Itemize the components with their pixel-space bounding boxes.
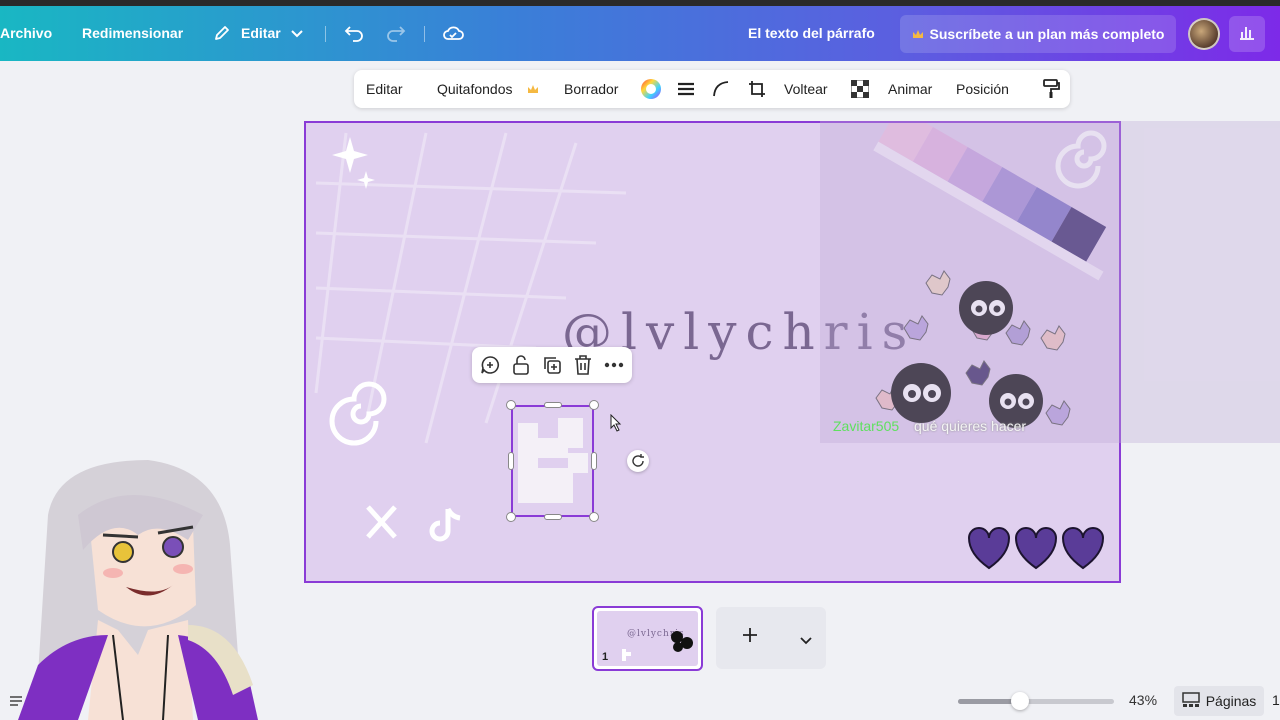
page-thumbnail-1[interactable]: @lvlychris 1 bbox=[592, 606, 703, 671]
redo-icon[interactable] bbox=[381, 18, 411, 48]
zoom-slider-thumb[interactable] bbox=[1011, 692, 1029, 710]
pages-grid-icon bbox=[1181, 691, 1200, 711]
chevron-down-icon[interactable] bbox=[282, 18, 312, 48]
flip-button[interactable]: Voltear bbox=[784, 81, 828, 97]
duplicate-icon[interactable] bbox=[541, 354, 563, 376]
user-avatar[interactable] bbox=[1188, 18, 1220, 50]
x-logo bbox=[366, 505, 397, 539]
image-edit-toolbar: Editar Quitafondos Borrador Voltear Anim… bbox=[354, 70, 1070, 108]
thumbnail-preview: @lvlychris bbox=[597, 611, 698, 666]
paint-roller-icon[interactable] bbox=[1040, 78, 1062, 100]
page-number: 1 bbox=[602, 651, 609, 663]
document-title[interactable]: El texto del párrafo bbox=[748, 24, 875, 42]
page-count: 1 bbox=[1272, 692, 1280, 708]
resize-handle-tl[interactable] bbox=[506, 400, 516, 410]
bar-chart-icon bbox=[1238, 24, 1256, 45]
resize-handle-tr[interactable] bbox=[589, 400, 599, 410]
curve-icon[interactable] bbox=[710, 78, 732, 100]
cloud-saved-icon[interactable] bbox=[438, 18, 468, 48]
pencil-icon bbox=[207, 18, 237, 48]
bg-remover-button[interactable]: Quitafondos bbox=[437, 81, 513, 97]
color-wheel-icon[interactable] bbox=[640, 78, 662, 100]
unlock-icon[interactable] bbox=[510, 354, 532, 376]
file-menu[interactable]: Archivo bbox=[0, 24, 52, 42]
spiral-left bbox=[329, 381, 387, 446]
upgrade-plan-label: Suscríbete a un plan más completo bbox=[929, 26, 1165, 42]
resize-handle-br[interactable] bbox=[589, 512, 599, 522]
resize-menu[interactable]: Redimensionar bbox=[82, 24, 183, 42]
resize-handle-left[interactable] bbox=[508, 452, 514, 470]
top-bar: Archivo Redimensionar Editar El texto de… bbox=[0, 0, 1280, 61]
position-button[interactable]: Posición bbox=[956, 81, 1009, 97]
crop-icon[interactable] bbox=[746, 78, 768, 100]
pages-label: Páginas bbox=[1205, 693, 1257, 709]
undo-icon[interactable] bbox=[339, 18, 369, 48]
comment-add-icon[interactable] bbox=[479, 354, 501, 376]
chevron-down-icon[interactable] bbox=[800, 632, 812, 650]
pages-button[interactable]: Páginas bbox=[1174, 686, 1264, 716]
streamer-avatar bbox=[18, 460, 258, 720]
chat-message: qué quieres hacer bbox=[914, 418, 1027, 434]
resize-handle-right[interactable] bbox=[591, 452, 597, 470]
element-context-toolbar bbox=[472, 347, 632, 383]
crown-icon bbox=[526, 78, 540, 100]
transparency-icon[interactable] bbox=[849, 78, 871, 100]
add-page-group bbox=[716, 607, 826, 669]
lines-icon[interactable] bbox=[675, 78, 697, 100]
resize-handle-top[interactable] bbox=[544, 402, 562, 408]
eraser-button[interactable]: Borrador bbox=[564, 81, 618, 97]
selection-box[interactable] bbox=[511, 405, 594, 517]
insights-button[interactable] bbox=[1229, 16, 1265, 52]
chat-username: Zavitar505 bbox=[833, 418, 900, 434]
crown-icon bbox=[912, 26, 924, 42]
resize-handle-bottom[interactable] bbox=[544, 514, 562, 520]
pixel-hearts bbox=[967, 527, 1105, 570]
edit-menu[interactable]: Editar bbox=[241, 24, 281, 42]
zoom-label[interactable]: 43% bbox=[1129, 692, 1157, 708]
webcam-overlay bbox=[820, 121, 1280, 443]
more-icon[interactable] bbox=[603, 354, 625, 376]
resize-handle-bl[interactable] bbox=[506, 512, 516, 522]
animate-button[interactable]: Animar bbox=[888, 81, 932, 97]
upgrade-plan-button[interactable]: Suscríbete a un plan más completo bbox=[900, 15, 1176, 53]
divider bbox=[424, 26, 425, 42]
zoom-slider[interactable] bbox=[958, 692, 1114, 710]
edit-image-button[interactable]: Editar bbox=[366, 81, 403, 97]
divider bbox=[325, 26, 326, 42]
rotate-icon[interactable] bbox=[627, 450, 649, 472]
notes-icon[interactable] bbox=[8, 694, 24, 708]
trash-icon[interactable] bbox=[572, 354, 594, 376]
mouse-cursor bbox=[610, 414, 622, 432]
plus-icon[interactable] bbox=[742, 627, 758, 648]
